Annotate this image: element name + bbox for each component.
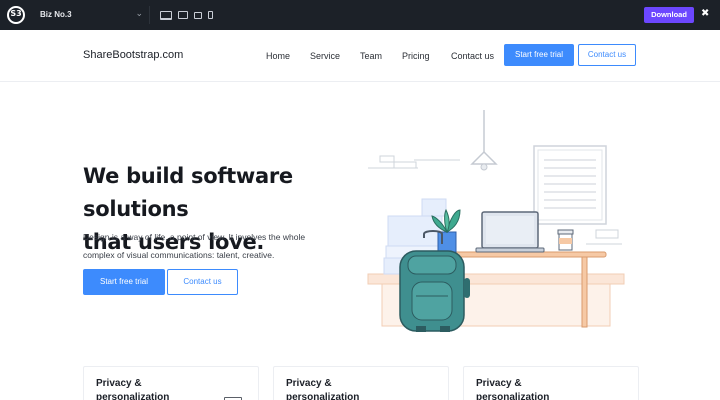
site-header: ShareBootstrap.com Home Service Team Pri… <box>0 30 720 82</box>
feature-card: Privacy & personalization <box>463 366 639 400</box>
nav-link-contact[interactable]: Contact us <box>451 51 494 61</box>
s3-logo-icon[interactable]: S3 <box>7 6 25 24</box>
nav-start-trial-button[interactable]: Start free trial <box>504 44 574 66</box>
hero-contact-button[interactable]: Contact us <box>167 269 238 295</box>
laptop-icon[interactable] <box>178 11 188 19</box>
preview-toolbar: S3 Biz No.3 ⌄ Download ✖ <box>0 0 720 30</box>
logo-text: S3 <box>10 9 22 18</box>
nav-link-team[interactable]: Team <box>360 51 382 61</box>
tablet-icon[interactable] <box>194 11 202 19</box>
feature-card-title: Privacy & personalization <box>476 378 550 400</box>
device-switcher <box>160 9 213 21</box>
brand-logo[interactable]: ShareBootstrap.com <box>83 49 183 61</box>
nav-link-pricing[interactable]: Pricing <box>402 51 430 61</box>
download-button[interactable]: Download <box>644 7 694 23</box>
nav-link-home[interactable]: Home <box>266 51 290 61</box>
hero-start-trial-button[interactable]: Start free trial <box>83 269 165 295</box>
close-icon[interactable]: ✖ <box>701 8 709 19</box>
chevron-down-icon: ⌄ <box>135 8 143 18</box>
hero-title-line-1: We build software solutions <box>83 164 293 221</box>
nav-link-service[interactable]: Service <box>310 51 340 61</box>
feature-card: Privacy & personalization <box>273 366 449 400</box>
feature-card-title: Privacy & personalization <box>96 378 170 400</box>
desktop-icon[interactable] <box>160 10 172 20</box>
phone-icon[interactable] <box>208 11 213 19</box>
theme-name: Biz No.3 <box>40 10 72 19</box>
theme-select[interactable]: Biz No.3 ⌄ <box>34 6 150 24</box>
hero-illustration <box>367 110 625 332</box>
nav-contact-button[interactable]: Contact us <box>578 44 636 66</box>
feature-card: Privacy & personalization <box>83 366 259 400</box>
feature-card-title: Privacy & personalization <box>286 378 360 400</box>
hero-description: Design is a way of life, a point of view… <box>83 232 306 260</box>
